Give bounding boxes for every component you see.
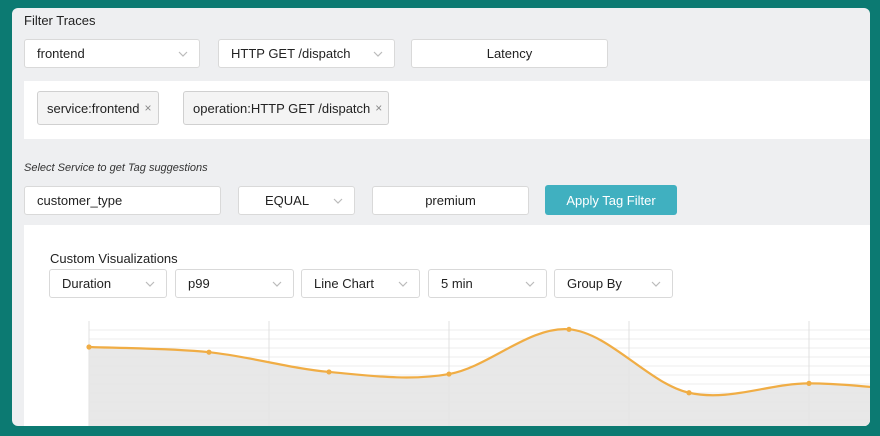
chevron-down-icon (178, 51, 188, 57)
tag-operator-value: EQUAL (265, 193, 310, 208)
tag-key-input[interactable]: customer_type (24, 186, 221, 215)
chevron-down-icon (373, 51, 383, 57)
chevron-down-icon (333, 198, 343, 204)
tag-suggestion-hint: Select Service to get Tag suggestions (24, 162, 208, 174)
tag-key-value: customer_type (37, 193, 123, 208)
custom-visualizations-panel: Custom Visualizations Duration p99 Line … (24, 225, 870, 426)
tag-chip-operation: operation:HTTP GET /dispatch × (183, 91, 390, 125)
data-point (686, 390, 692, 396)
latency-input[interactable]: Latency (411, 39, 608, 68)
data-point (326, 369, 332, 375)
latency-line-chart (86, 321, 870, 426)
tag-chip-label: service:frontend (47, 100, 140, 116)
filter-traces-title: Filter Traces (24, 13, 96, 28)
service-select-value: frontend (37, 46, 85, 61)
data-point (206, 349, 212, 355)
remove-tag-icon[interactable]: × (375, 101, 382, 115)
operation-select[interactable]: HTTP GET /dispatch (218, 39, 395, 68)
data-point (446, 371, 452, 377)
apply-tag-filter-button[interactable]: Apply Tag Filter (545, 185, 677, 215)
tag-value-text: premium (425, 193, 476, 208)
data-point (806, 380, 812, 386)
area-fill (89, 329, 870, 426)
data-point (566, 326, 572, 332)
data-point (86, 344, 92, 350)
service-select[interactable]: frontend (24, 39, 200, 68)
remove-tag-icon[interactable]: × (145, 101, 152, 115)
latency-input-text: Latency (486, 46, 533, 61)
selected-tags-row: service:frontend × operation:HTTP GET /d… (24, 81, 870, 139)
tag-value-input[interactable]: premium (372, 186, 529, 215)
operation-select-value: HTTP GET /dispatch (231, 46, 351, 61)
tag-chip-label: operation:HTTP GET /dispatch (193, 100, 371, 116)
tag-chip-service: service:frontend × (37, 91, 159, 125)
filter-traces-panel: Filter Traces frontend HTTP GET /dispatc… (12, 8, 870, 426)
tag-operator-select[interactable]: EQUAL (238, 186, 355, 215)
